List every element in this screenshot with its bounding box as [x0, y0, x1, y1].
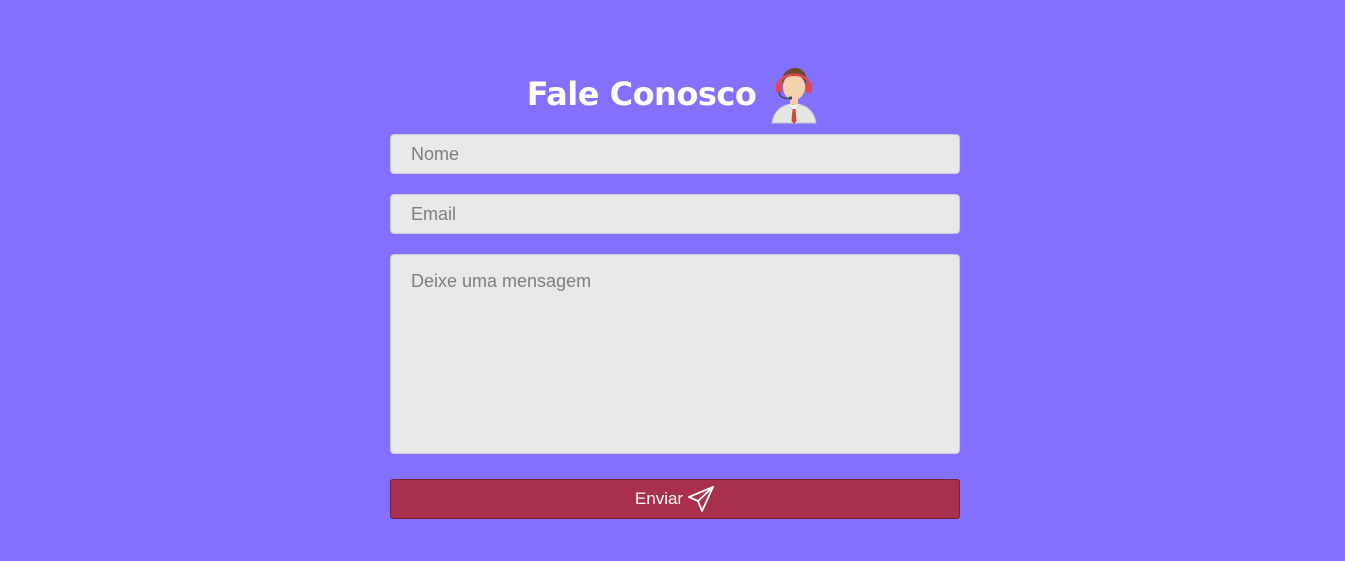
name-input[interactable] — [390, 134, 960, 174]
message-textarea[interactable] — [390, 254, 960, 454]
page-title: Fale Conosco — [526, 75, 757, 113]
email-input[interactable] — [390, 194, 960, 234]
form-header: Fale Conosco — [0, 62, 1345, 126]
send-button[interactable]: Enviar — [390, 479, 960, 519]
support-agent-icon — [771, 68, 817, 124]
send-button-label: Enviar — [634, 489, 684, 508]
paper-plane-icon — [688, 486, 714, 512]
